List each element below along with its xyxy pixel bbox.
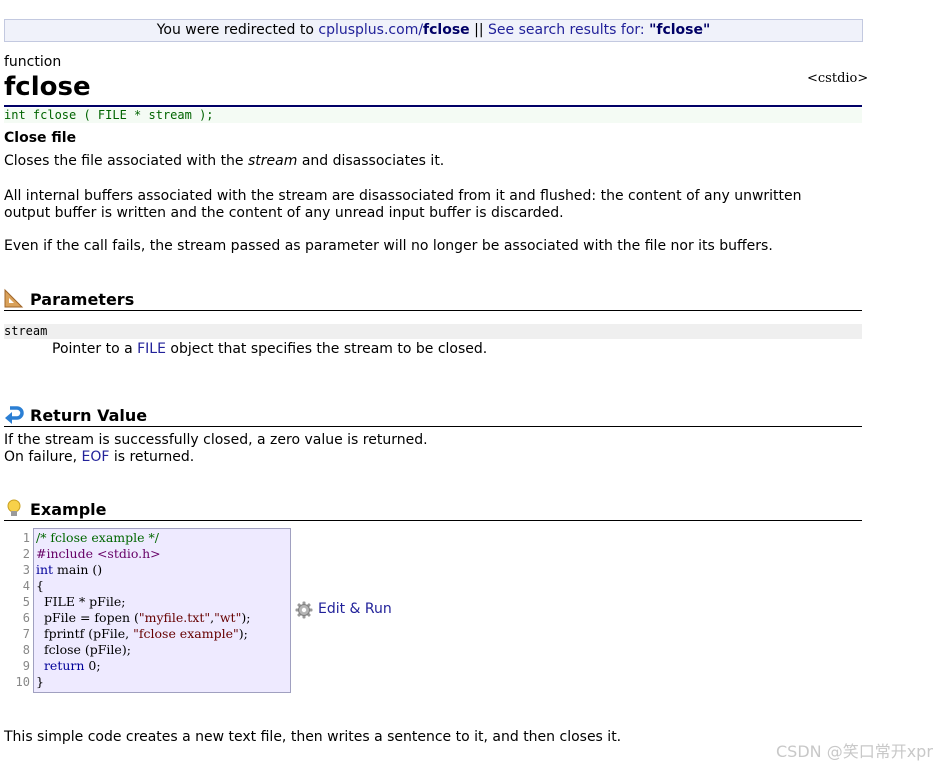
code-line-9: return 0; (36, 658, 288, 674)
code-preprocessor: #include <stdio.h> (36, 546, 161, 561)
line-number: 3 (22, 563, 30, 577)
parameters-section-header: Parameters (4, 288, 862, 311)
code-line-2: #include <stdio.h> (36, 546, 288, 562)
return-arrow-icon (5, 406, 24, 424)
code-line-3: int main () (36, 562, 288, 578)
line-number: 6 (22, 611, 30, 625)
line-number: 5 (22, 595, 30, 609)
return-value-section-header: Return Value (4, 404, 862, 427)
param-name: stream (4, 324, 862, 339)
code-line-8: fclose (pFile); (36, 642, 288, 658)
short-description: Close file (4, 130, 77, 146)
desc-p1-after: and disassociates it. (297, 153, 445, 169)
redirect-separator: || (469, 22, 489, 38)
return-line-1: If the stream is successfully closed, a … (4, 432, 428, 448)
page-title: fclose (4, 72, 91, 102)
code-text: ); (241, 610, 251, 625)
line-number: 1 (22, 531, 30, 545)
code-comment: /* fclose example */ (36, 530, 159, 545)
example-section-header: Example (4, 498, 862, 521)
eof-link[interactable]: EOF (81, 449, 109, 465)
redirect-site-link[interactable]: cplusplus.com/fclose (318, 22, 469, 38)
redirect-site-bold: fclose (423, 22, 470, 38)
search-term: "fclose" (649, 22, 711, 38)
redirect-banner: You were redirected to cplusplus.com/fcl… (4, 19, 863, 42)
code-text: fclose (pFile); (36, 642, 131, 657)
code-text: 0; (84, 658, 101, 673)
line-numbers: 1 2 3 4 5 6 7 8 9 10 (4, 530, 30, 690)
line-number: 10 (15, 675, 30, 689)
file-type-link[interactable]: FILE (137, 341, 166, 357)
code-text: fprintf (pFile, (36, 626, 134, 641)
return-value-heading: Return Value (30, 406, 148, 425)
param-desc-after: object that specifies the stream to be c… (165, 341, 488, 357)
param-desc-before: Pointer to a (52, 341, 138, 357)
code-line-6: pFile = fopen ("myfile.txt","wt"); (36, 610, 288, 626)
code-line-10: } (36, 674, 288, 690)
line-number: 4 (22, 579, 30, 593)
code-keyword: int (36, 562, 54, 577)
desc-p2-line2: output buffer is written and the content… (4, 205, 564, 221)
code-keyword: return (36, 658, 85, 673)
line-number: 7 (22, 627, 30, 641)
redirect-prefix: You were redirected to (156, 22, 319, 38)
code-line-4: { (36, 578, 288, 594)
parameters-heading: Parameters (30, 290, 135, 309)
code-text: pFile = fopen ( (36, 610, 139, 625)
description-paragraph-3: Even if the call fails, the stream passe… (4, 238, 773, 254)
code-line-5: FILE * pFile; (36, 594, 288, 610)
desc-p2-line1: All internal buffers associated with the… (4, 188, 802, 204)
line-number: 9 (22, 659, 30, 673)
prototype: int fclose ( FILE * stream ); (4, 108, 862, 123)
code-string: "fclose example" (133, 626, 239, 641)
return-value-text: If the stream is successfully closed, a … (4, 432, 864, 466)
example-caption: This simple code creates a new text file… (4, 729, 622, 745)
description-paragraph-2: All internal buffers associated with the… (4, 188, 864, 222)
code-string: "myfile.txt" (138, 610, 211, 625)
example-heading: Example (30, 500, 107, 519)
code-text: FILE * pFile; (36, 594, 126, 609)
return-line2-before: On failure, (4, 449, 82, 465)
code-line-7: fprintf (pFile, "fclose example"); (36, 626, 288, 642)
ruler-triangle-icon (4, 288, 24, 308)
entry-kind: function (4, 54, 62, 70)
code-text: { (36, 578, 44, 593)
gear-icon (295, 601, 313, 619)
description-paragraph-1: Closes the file associated with the stre… (4, 153, 864, 170)
redirect-site: cplusplus.com/ (318, 22, 424, 38)
search-results-text: See search results for: (488, 22, 650, 38)
desc-p1-emphasis: stream (248, 153, 298, 169)
code-listing: /* fclose example */#include <stdio.h> in… (36, 530, 288, 690)
return-line-2: On failure, EOF is returned. (4, 449, 864, 466)
desc-p1-before: Closes the file associated with the (4, 153, 248, 169)
title-divider (4, 105, 862, 107)
code-text: } (36, 674, 44, 689)
search-results-link[interactable]: See search results for: "fclose" (488, 22, 710, 38)
header-file: <cstdio> (807, 71, 869, 86)
edit-run-label: Edit & Run (318, 601, 392, 617)
code-string: "wt" (214, 610, 242, 625)
lightbulb-icon (7, 499, 21, 516)
code-text: ); (238, 626, 248, 641)
return-line2-after: is returned. (109, 449, 195, 465)
code-text: main () (53, 562, 103, 577)
code-line-1: /* fclose example */ (36, 530, 288, 546)
line-number: 2 (22, 547, 30, 561)
line-number: 8 (22, 643, 30, 657)
param-description: Pointer to a FILE object that specifies … (52, 341, 487, 357)
watermark: CSDN @笑口常开xpr (776, 742, 933, 761)
